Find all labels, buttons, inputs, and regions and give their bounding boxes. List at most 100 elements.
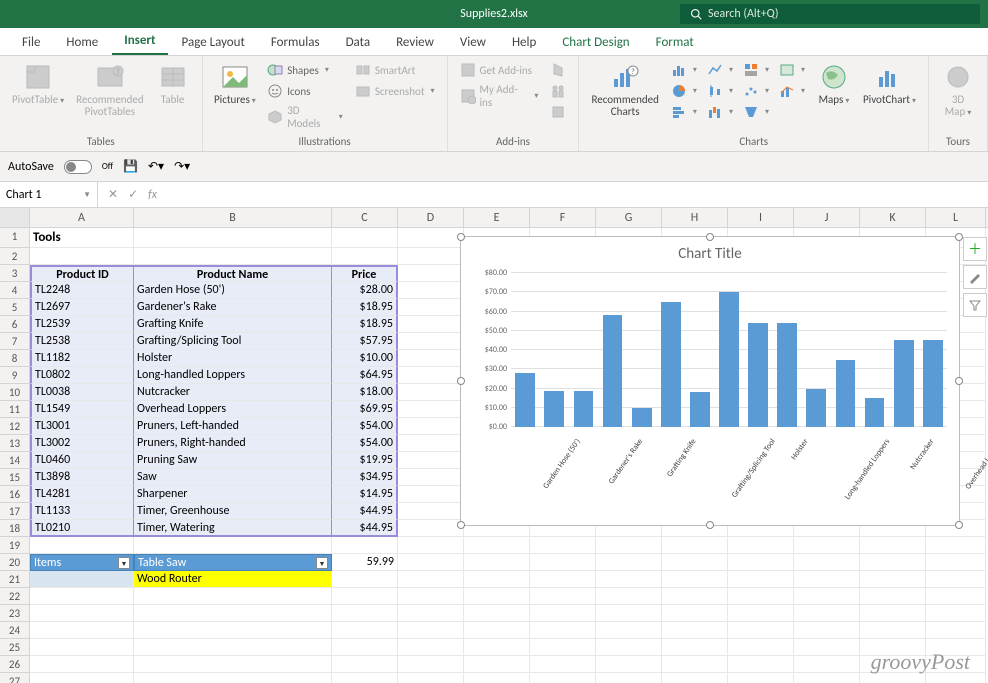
chart-column-icon[interactable] bbox=[667, 60, 701, 80]
cell-name[interactable]: Overhead Loppers bbox=[134, 401, 332, 418]
cell[interactable] bbox=[332, 537, 398, 554]
cell-name[interactable]: Timer, Watering bbox=[134, 520, 332, 537]
cell-name[interactable]: Timer, Greenhouse bbox=[134, 503, 332, 520]
tab-view[interactable]: View bbox=[448, 30, 498, 55]
cell[interactable] bbox=[398, 452, 464, 469]
cell[interactable] bbox=[596, 656, 662, 673]
cell[interactable] bbox=[596, 554, 662, 571]
chart-styles-button[interactable] bbox=[963, 265, 987, 289]
cell[interactable] bbox=[134, 656, 332, 673]
cell[interactable] bbox=[398, 367, 464, 384]
cell[interactable] bbox=[30, 605, 134, 622]
cell[interactable] bbox=[728, 571, 794, 588]
tab-page-layout[interactable]: Page Layout bbox=[170, 30, 257, 55]
select-all-corner[interactable] bbox=[0, 208, 30, 227]
cell[interactable] bbox=[794, 571, 860, 588]
cell[interactable] bbox=[926, 537, 986, 554]
row-head-7[interactable]: 7 bbox=[0, 333, 30, 350]
chart-hierarchy-icon[interactable] bbox=[739, 60, 773, 80]
handle-sw[interactable] bbox=[457, 521, 465, 529]
row-head-18[interactable]: 18 bbox=[0, 520, 30, 537]
row-head-12[interactable]: 12 bbox=[0, 418, 30, 435]
cell[interactable] bbox=[860, 605, 926, 622]
chart-bar[interactable] bbox=[574, 391, 594, 427]
cell[interactable] bbox=[332, 588, 398, 605]
chart-object[interactable]: Chart Title $0.00$10.00$20.00$30.00$40.0… bbox=[460, 236, 960, 526]
cell[interactable] bbox=[662, 571, 728, 588]
row-head-10[interactable]: 10 bbox=[0, 384, 30, 401]
handle-s[interactable] bbox=[706, 521, 714, 529]
cell[interactable] bbox=[926, 605, 986, 622]
chart-funnel-icon[interactable] bbox=[739, 102, 773, 122]
cell[interactable] bbox=[398, 248, 464, 265]
cell-items[interactable]: Items▼ bbox=[30, 554, 134, 571]
cell[interactable] bbox=[794, 588, 860, 605]
cell[interactable] bbox=[794, 656, 860, 673]
cell[interactable] bbox=[926, 588, 986, 605]
cell[interactable] bbox=[398, 537, 464, 554]
visio-icon[interactable] bbox=[546, 102, 570, 122]
pivottable-button[interactable]: PivotTable bbox=[8, 60, 68, 108]
cell-price[interactable]: $44.95 bbox=[332, 520, 398, 537]
cell[interactable] bbox=[398, 673, 464, 683]
cell-price[interactable]: $14.95 bbox=[332, 486, 398, 503]
cell[interactable] bbox=[398, 228, 464, 248]
cell[interactable] bbox=[728, 639, 794, 656]
undo-icon[interactable]: ↶▾ bbox=[148, 159, 164, 174]
chart-bar-icon[interactable] bbox=[667, 102, 701, 122]
chart-bar[interactable] bbox=[923, 340, 943, 427]
col-I[interactable]: I bbox=[728, 208, 794, 227]
get-addins-button[interactable]: Get Add-ins bbox=[456, 60, 543, 80]
cell[interactable] bbox=[398, 299, 464, 316]
cell-id[interactable]: TL4281 bbox=[30, 486, 134, 503]
filter-icon[interactable]: ▼ bbox=[118, 557, 130, 569]
handle-ne[interactable] bbox=[955, 233, 963, 241]
cell[interactable] bbox=[530, 622, 596, 639]
cell-id[interactable]: TL2539 bbox=[30, 316, 134, 333]
tab-insert[interactable]: Insert bbox=[112, 28, 167, 55]
cell[interactable] bbox=[728, 673, 794, 683]
row-head-16[interactable]: 16 bbox=[0, 486, 30, 503]
shapes-button[interactable]: Shapes bbox=[263, 60, 347, 80]
col-F[interactable]: F bbox=[530, 208, 596, 227]
cell[interactable] bbox=[662, 639, 728, 656]
cell[interactable] bbox=[398, 435, 464, 452]
cell[interactable] bbox=[794, 673, 860, 683]
worksheet[interactable]: A B C D E F G H I J K L 1Tools23Product … bbox=[0, 208, 988, 683]
cell[interactable] bbox=[926, 554, 986, 571]
cell[interactable] bbox=[530, 571, 596, 588]
cell-name[interactable]: Pruning Saw bbox=[134, 452, 332, 469]
chart-bar[interactable] bbox=[748, 323, 768, 427]
cell-id[interactable]: TL2697 bbox=[30, 299, 134, 316]
cell[interactable] bbox=[860, 588, 926, 605]
col-C[interactable]: C bbox=[332, 208, 398, 227]
chart-line-icon[interactable] bbox=[703, 60, 737, 80]
row-head-27[interactable]: 27 bbox=[0, 673, 30, 683]
col-L[interactable]: L bbox=[926, 208, 986, 227]
row-head-5[interactable]: 5 bbox=[0, 299, 30, 316]
search-box[interactable]: Search (Alt+Q) bbox=[680, 4, 980, 24]
bing-maps-icon[interactable] bbox=[546, 60, 570, 80]
cell-name[interactable]: Long-handled Loppers bbox=[134, 367, 332, 384]
handle-w[interactable] bbox=[457, 377, 465, 385]
col-E[interactable]: E bbox=[464, 208, 530, 227]
col-K[interactable]: K bbox=[860, 208, 926, 227]
cell[interactable] bbox=[728, 537, 794, 554]
cell-id[interactable]: TL1549 bbox=[30, 401, 134, 418]
cell-price[interactable]: $34.95 bbox=[332, 469, 398, 486]
cell[interactable] bbox=[596, 588, 662, 605]
cell[interactable] bbox=[662, 673, 728, 683]
chart-statistic-icon[interactable] bbox=[703, 81, 737, 101]
cell[interactable] bbox=[398, 622, 464, 639]
cell[interactable] bbox=[530, 537, 596, 554]
cell-price[interactable]: $44.95 bbox=[332, 503, 398, 520]
cell-price[interactable]: $54.00 bbox=[332, 418, 398, 435]
row-head-26[interactable]: 26 bbox=[0, 656, 30, 673]
chart-bar[interactable] bbox=[806, 389, 826, 427]
cell[interactable] bbox=[134, 605, 332, 622]
cell[interactable] bbox=[530, 656, 596, 673]
cell-price[interactable]: $18.95 bbox=[332, 299, 398, 316]
cell[interactable] bbox=[728, 622, 794, 639]
cell-price[interactable]: $18.95 bbox=[332, 316, 398, 333]
cell[interactable] bbox=[398, 282, 464, 299]
